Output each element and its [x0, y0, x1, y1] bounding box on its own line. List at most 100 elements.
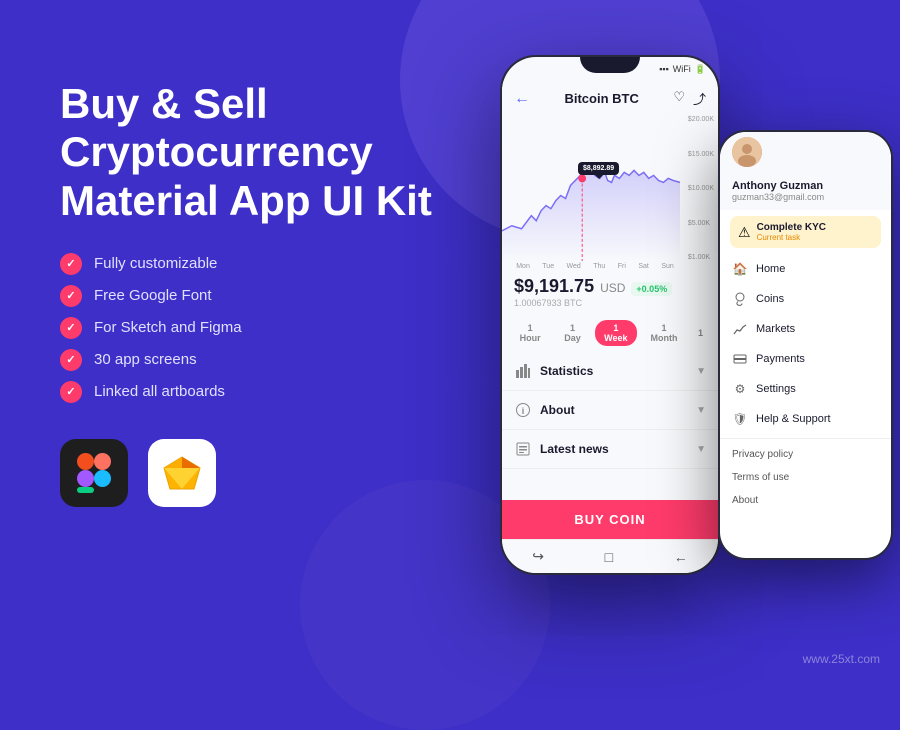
accordion-left: i About	[514, 401, 575, 419]
news-label: Latest news	[540, 442, 609, 456]
heart-icon[interactable]: ♡	[673, 89, 685, 108]
app-header: ← Bitcoin BTC ♡ ⤴	[502, 81, 718, 116]
buy-coin-button[interactable]: BUY COIN	[502, 500, 718, 539]
phone2-header	[720, 132, 891, 172]
feature-item: ✓ For Sketch and Figma	[60, 317, 440, 339]
menu-label: Settings	[756, 383, 796, 395]
svg-text:i: i	[522, 406, 525, 416]
phone2-screen: Anthony Guzman guzman33@gmail.com ⚠ Comp…	[720, 132, 891, 558]
accordion-left: Statistics	[514, 362, 593, 380]
drawer-item-markets[interactable]: Markets	[720, 314, 891, 344]
y-label: $20.00K	[688, 116, 714, 123]
watermark: www.25xt.com	[803, 652, 880, 666]
home-icon: 🏠	[732, 261, 748, 277]
y-label: $15.00K	[688, 151, 714, 158]
chevron-down-icon: ▼	[696, 366, 706, 377]
y-label: $1.00K	[688, 254, 714, 261]
terms-of-use-link[interactable]: Terms of use	[720, 466, 891, 489]
drawer-item-home[interactable]: 🏠 Home	[720, 254, 891, 284]
menu-label: Payments	[756, 353, 805, 365]
accordion-left: Latest news	[514, 440, 609, 458]
coins-icon	[732, 291, 748, 307]
kyc-title: Complete KYC	[757, 222, 873, 233]
drawer-item-settings[interactable]: ⚙ Settings	[720, 374, 891, 404]
statistics-icon	[514, 362, 532, 380]
user-email: guzman33@gmail.com	[732, 192, 879, 202]
accordion-about[interactable]: i About ▼	[502, 391, 718, 430]
chart-area: $20.00K $15.00K $10.00K $5.00K $1.00K $8…	[502, 116, 718, 261]
price-btc: 1.00067933 BTC	[514, 298, 706, 308]
time-custom[interactable]: 1	[691, 320, 710, 346]
figma-icon	[60, 439, 128, 507]
nav-back-icon[interactable]: ↪	[532, 548, 544, 565]
feature-text: Free Google Font	[94, 287, 212, 304]
feature-text: Fully customizable	[94, 255, 217, 272]
feature-item: ✓ Free Google Font	[60, 285, 440, 307]
header-icons: ♡ ⤴	[673, 89, 706, 108]
menu-label: Help & Support	[756, 413, 831, 425]
user-name: Anthony Guzman	[732, 180, 879, 192]
time-filters: 1 Hour 1 Day 1 Week 1 Month 1	[502, 314, 718, 352]
kyc-subtitle: Current task	[757, 233, 873, 242]
x-label: Thu	[593, 263, 605, 270]
about-label: About	[540, 403, 575, 417]
accordion-section: Statistics ▼ i About ▼ Latest n	[502, 352, 718, 500]
info-icon: i	[514, 401, 532, 419]
x-label: Tue	[542, 263, 554, 270]
user-avatar	[732, 137, 762, 167]
features-list: ✓ Fully customizable ✓ Free Google Font …	[60, 253, 440, 403]
markets-icon	[732, 321, 748, 337]
chevron-down-icon: ▼	[696, 444, 706, 455]
feature-text: 30 app screens	[94, 351, 197, 368]
left-section: Buy & SellCryptocurrencyMaterial App UI …	[60, 80, 440, 507]
x-label: Wed	[567, 263, 581, 270]
main-title: Buy & SellCryptocurrencyMaterial App UI …	[60, 80, 440, 225]
accordion-news[interactable]: Latest news ▼	[502, 430, 718, 469]
time-1hour[interactable]: 1 Hour	[510, 320, 550, 346]
chart-y-labels: $20.00K $15.00K $10.00K $5.00K $1.00K	[688, 116, 714, 261]
back-button[interactable]: ←	[514, 90, 530, 108]
drawer-divider	[720, 438, 891, 439]
nav-home-icon[interactable]: □	[605, 549, 613, 565]
news-icon	[514, 440, 532, 458]
chart-x-labels: Mon Tue Wed Thu Fri Sat Sun	[502, 261, 718, 270]
user-info: Anthony Guzman guzman33@gmail.com	[720, 172, 891, 210]
chevron-down-icon: ▼	[696, 405, 706, 416]
payments-icon	[732, 351, 748, 367]
about-link[interactable]: About	[720, 489, 891, 512]
accordion-statistics[interactable]: Statistics ▼	[502, 352, 718, 391]
drawer-item-help[interactable]: 🛡 Help & Support	[720, 404, 891, 434]
phone-notch	[580, 57, 640, 73]
y-label: $10.00K	[688, 185, 714, 192]
menu-label: Home	[756, 263, 785, 275]
kyc-banner[interactable]: ⚠ Complete KYC Current task	[730, 216, 881, 248]
feature-text: For Sketch and Figma	[94, 319, 242, 336]
kyc-warning-icon: ⚠	[738, 224, 751, 241]
check-icon: ✓	[60, 349, 82, 371]
privacy-policy-link[interactable]: Privacy policy	[720, 443, 891, 466]
wifi-icon: WiFi	[673, 64, 691, 74]
price-section: $9,191.75 USD +0.05% 1.00067933 BTC	[502, 270, 718, 314]
price-tooltip: $8,892.89	[578, 162, 619, 175]
feature-item: ✓ Linked all artboards	[60, 381, 440, 403]
time-1week[interactable]: 1 Week	[595, 320, 638, 346]
price-change: +0.05%	[631, 282, 672, 296]
drawer-content: 🏠 Home Coins Markets	[720, 254, 891, 558]
kyc-text: Complete KYC Current task	[757, 222, 873, 242]
time-1month[interactable]: 1 Month	[641, 320, 687, 346]
help-icon: 🛡	[732, 411, 748, 427]
price-row: $9,191.75 USD +0.05%	[514, 276, 706, 297]
time-1day[interactable]: 1 Day	[554, 320, 590, 346]
nav-recent-icon[interactable]: ←	[674, 549, 688, 565]
feature-item: ✓ 30 app screens	[60, 349, 440, 371]
check-icon: ✓	[60, 285, 82, 307]
check-icon: ✓	[60, 317, 82, 339]
check-icon: ✓	[60, 381, 82, 403]
phone-main: ▪▪▪ WiFi 🔋 ← Bitcoin BTC ♡ ⤴	[500, 55, 720, 575]
drawer-item-payments[interactable]: Payments	[720, 344, 891, 374]
price-amount: $9,191.75	[514, 276, 594, 297]
drawer-item-coins[interactable]: Coins	[720, 284, 891, 314]
sketch-icon	[148, 439, 216, 507]
share-icon[interactable]: ⤴	[693, 89, 706, 108]
settings-icon: ⚙	[732, 381, 748, 397]
